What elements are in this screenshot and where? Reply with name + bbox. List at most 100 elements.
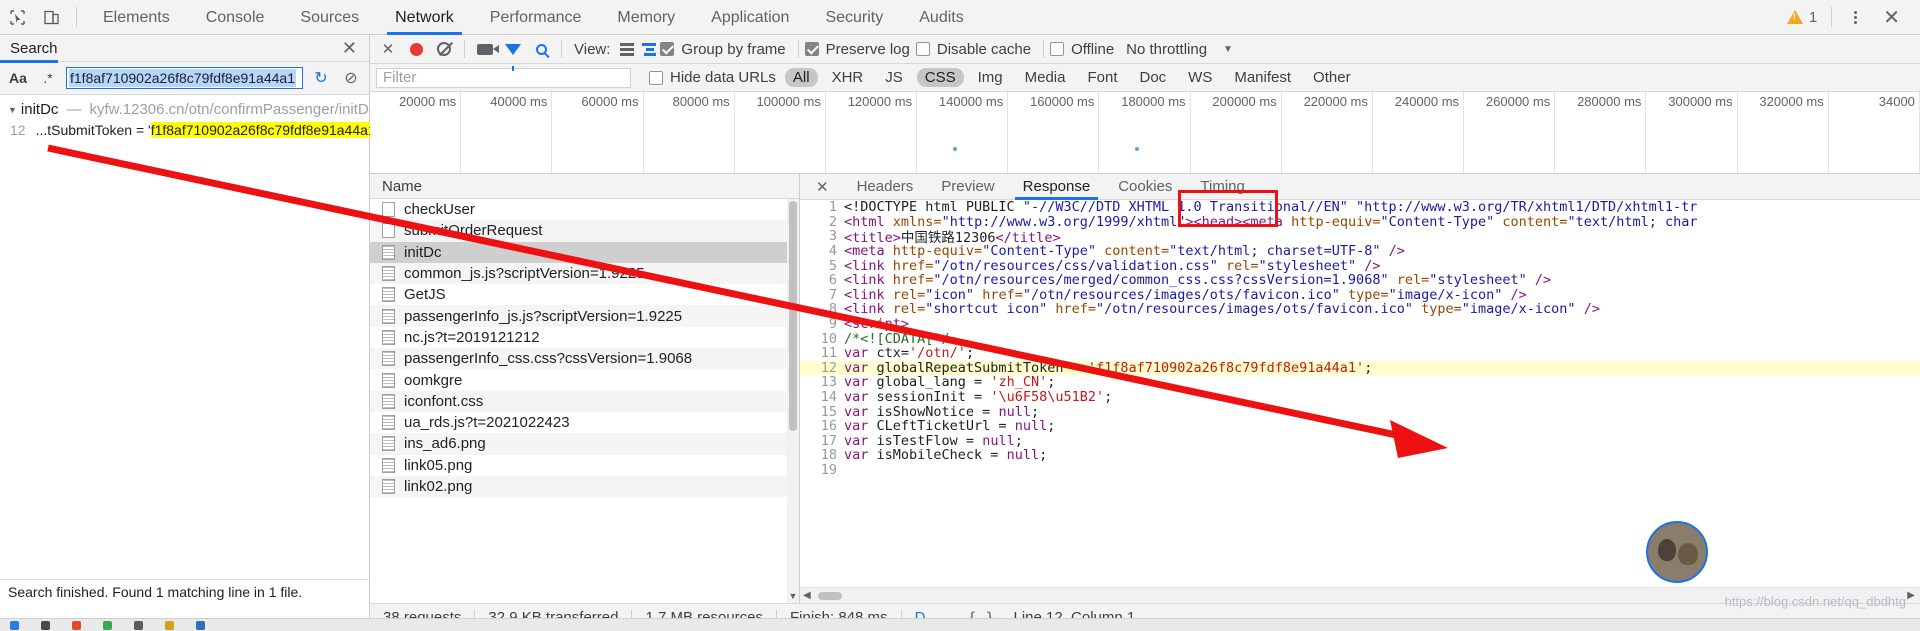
request-row[interactable]: ua_rds.js?t=2021022423 bbox=[370, 412, 799, 433]
clear-button[interactable] bbox=[430, 35, 458, 63]
document-file-icon[interactable] bbox=[382, 266, 395, 282]
scroll-left-icon[interactable]: ◀ bbox=[803, 590, 811, 601]
taskbar-icon[interactable] bbox=[72, 620, 81, 630]
document-file-icon[interactable] bbox=[382, 415, 395, 431]
tab-application[interactable]: Application bbox=[693, 0, 807, 35]
hide-data-urls-checkbox[interactable]: Hide data URLs bbox=[649, 69, 776, 86]
preserve-log-checkbox[interactable]: Preserve log bbox=[804, 41, 910, 58]
document-file-icon[interactable] bbox=[382, 479, 395, 494]
close-icon[interactable]: ✕ bbox=[1871, 5, 1912, 30]
request-row[interactable]: link02.png bbox=[370, 475, 799, 498]
tab-headers[interactable]: Headers bbox=[843, 174, 928, 200]
scrollbar-thumb[interactable] bbox=[818, 592, 842, 600]
document-file-icon[interactable] bbox=[382, 308, 395, 324]
taskbar-icon[interactable] bbox=[41, 620, 50, 630]
request-row[interactable]: checkUser bbox=[370, 199, 799, 220]
type-chip-js[interactable]: JS bbox=[877, 68, 911, 87]
type-chip-media[interactable]: Media bbox=[1017, 68, 1074, 87]
tab-performance[interactable]: Performance bbox=[472, 0, 600, 35]
type-chip-other[interactable]: Other bbox=[1305, 68, 1359, 87]
capture-screenshots-icon[interactable] bbox=[471, 35, 499, 63]
inspect-cursor-icon[interactable] bbox=[0, 0, 34, 34]
list-view-icon[interactable] bbox=[616, 39, 638, 59]
clear-search-icon[interactable]: ⊘ bbox=[339, 66, 363, 90]
request-row[interactable]: passengerInfo_js.js?scriptVersion=1.9225 bbox=[370, 305, 799, 327]
search-close-icon[interactable]: ✕ bbox=[342, 38, 369, 59]
request-row[interactable]: passengerInfo_css.css?cssVersion=1.9068 bbox=[370, 348, 799, 370]
document-file-icon[interactable] bbox=[382, 393, 395, 409]
record-button[interactable] bbox=[402, 35, 430, 63]
search-result-file[interactable]: ▼ initDc — kyfw.12306.cn/otn/confirmPass… bbox=[0, 95, 376, 122]
request-row[interactable]: submitOrderRequest bbox=[370, 220, 799, 242]
tab-security[interactable]: Security bbox=[807, 0, 901, 35]
tab-elements[interactable]: Elements bbox=[85, 0, 188, 35]
request-row[interactable]: initDc bbox=[370, 241, 799, 263]
tab-response[interactable]: Response bbox=[1009, 174, 1105, 200]
document-file-icon[interactable] bbox=[382, 329, 395, 345]
blank-file-icon[interactable] bbox=[382, 202, 395, 218]
taskbar-icon[interactable] bbox=[10, 620, 19, 630]
request-row[interactable]: oomkgre bbox=[370, 369, 799, 390]
chevron-down-icon[interactable]: ▼ bbox=[8, 105, 17, 115]
document-file-icon[interactable] bbox=[382, 287, 395, 303]
request-row[interactable]: common_js.js?scriptVersion=1.9225 bbox=[370, 262, 799, 285]
scrollbar-thumb[interactable] bbox=[789, 201, 797, 431]
tab-sources[interactable]: Sources bbox=[282, 0, 377, 35]
blank-file-icon[interactable] bbox=[382, 223, 395, 239]
tab-audits[interactable]: Audits bbox=[901, 0, 981, 35]
scroll-right-icon[interactable]: ▶ bbox=[1907, 590, 1915, 601]
document-file-icon[interactable] bbox=[382, 372, 395, 388]
taskbar-icon[interactable] bbox=[103, 620, 112, 630]
document-file-icon[interactable] bbox=[382, 351, 395, 367]
regex-icon[interactable]: .* bbox=[36, 66, 60, 90]
search-input[interactable]: f1f8af710902a26f8c79fdf8e91a44a1 bbox=[66, 67, 303, 89]
type-chip-img[interactable]: Img bbox=[970, 68, 1011, 87]
type-chip-css[interactable]: CSS bbox=[916, 68, 964, 87]
type-chip-all[interactable]: All bbox=[784, 68, 818, 87]
request-row[interactable]: GetJS bbox=[370, 284, 799, 305]
filter-input[interactable]: Filter bbox=[376, 67, 631, 88]
search-result-line[interactable]: 12 ...tSubmitToken = 'f1f8af710902a26f8c… bbox=[0, 122, 382, 138]
detail-close-icon[interactable]: ✕ bbox=[800, 178, 843, 196]
tab-preview[interactable]: Preview bbox=[927, 174, 1008, 200]
tab-memory[interactable]: Memory bbox=[599, 0, 693, 35]
request-row[interactable]: nc.js?t=2019121212 bbox=[370, 327, 799, 348]
request-row[interactable]: iconfont.css bbox=[370, 390, 799, 412]
document-file-icon[interactable] bbox=[382, 457, 395, 473]
tab-console[interactable]: Console bbox=[188, 0, 283, 35]
request-row[interactable]: ins_ad6.png bbox=[370, 433, 799, 455]
match-case-icon[interactable]: Aa bbox=[6, 66, 30, 90]
offline-checkbox[interactable]: Offline bbox=[1050, 41, 1114, 58]
tab-network[interactable]: Network bbox=[377, 0, 472, 35]
type-chip-xhr[interactable]: XHR bbox=[824, 68, 872, 87]
scroll-down-icon[interactable]: ▼ bbox=[788, 591, 798, 601]
group-by-frame-checkbox[interactable]: Group by frame bbox=[660, 41, 786, 58]
disable-cache-checkbox[interactable]: Disable cache bbox=[915, 41, 1031, 58]
filter-toggle-icon[interactable] bbox=[499, 35, 527, 71]
tab-cookies[interactable]: Cookies bbox=[1104, 174, 1186, 200]
taskbar-icon[interactable] bbox=[196, 620, 205, 630]
search-close-network-icon[interactable]: ✕ bbox=[374, 35, 402, 63]
type-chip-doc[interactable]: Doc bbox=[1131, 68, 1174, 87]
request-list-header[interactable]: Name bbox=[370, 174, 799, 199]
waterfall-view-icon[interactable] bbox=[638, 39, 660, 59]
type-chip-manifest[interactable]: Manifest bbox=[1226, 68, 1299, 87]
search-panel-title[interactable]: Search bbox=[0, 35, 58, 63]
throttling-value[interactable]: No throttling bbox=[1126, 41, 1207, 58]
request-row[interactable]: link05.png bbox=[370, 455, 799, 476]
device-toolbar-icon[interactable] bbox=[34, 0, 68, 34]
request-list-scrollbar[interactable]: ▼ bbox=[787, 199, 799, 603]
taskbar-icon[interactable] bbox=[134, 620, 143, 630]
search-toggle-icon[interactable] bbox=[527, 35, 555, 63]
chevron-down-icon[interactable]: ▼ bbox=[1223, 44, 1233, 55]
taskbar-icon[interactable] bbox=[165, 620, 174, 630]
document-file-icon[interactable] bbox=[382, 436, 395, 452]
refresh-icon[interactable]: ↻ bbox=[309, 66, 333, 90]
type-chip-ws[interactable]: WS bbox=[1180, 68, 1220, 87]
warning-badge[interactable]: 1 bbox=[1781, 9, 1823, 26]
type-chip-font[interactable]: Font bbox=[1079, 68, 1125, 87]
response-code-view[interactable]: 1 <!DOCTYPE html PUBLIC "-//W3C//DTD XHTM… bbox=[800, 200, 1920, 587]
kebab-menu-icon[interactable] bbox=[1840, 10, 1871, 24]
network-overview-timeline[interactable]: 20000 ms 40000 ms 60000 ms 80000 ms 100000 m… bbox=[370, 92, 1920, 174]
document-file-icon[interactable] bbox=[382, 244, 395, 260]
